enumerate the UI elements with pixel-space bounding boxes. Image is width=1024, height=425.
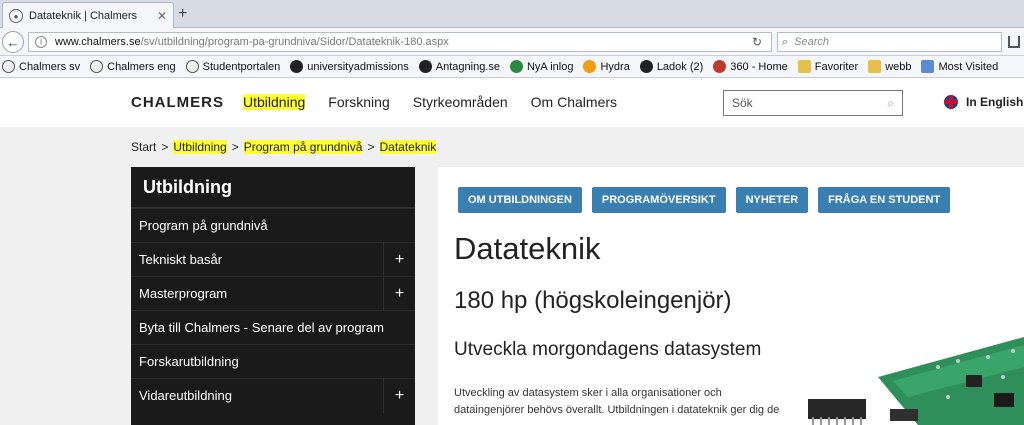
sun-icon — [583, 60, 597, 73]
bookmark-item[interactable]: Favoriter — [797, 60, 858, 73]
sidebar-item-vidareutbildning[interactable]: Vidareutbildning + — [131, 378, 415, 413]
page-icon — [921, 60, 935, 73]
paragraph-line: dataingenjörer behövs överallt. Utbildni… — [454, 404, 780, 416]
folder-icon — [797, 60, 811, 73]
reload-icon[interactable]: ↻ — [752, 35, 762, 49]
tab-om-utbildningen[interactable]: OM UTBILDNINGEN — [458, 187, 582, 213]
bookmark-item[interactable]: 360 - Home — [713, 60, 788, 73]
bookmark-item[interactable]: universityadmissions — [290, 60, 409, 73]
new-tab-icon[interactable]: + — [178, 5, 187, 23]
bookmark-item[interactable]: Studentportalen — [185, 60, 280, 73]
nav-item-forskning[interactable]: Forskning — [328, 94, 389, 110]
url-bar[interactable]: i www.chalmers.se/sv/utbildning/program-… — [28, 32, 772, 52]
tab-fraga-en-student[interactable]: FRÅGA EN STUDENT — [818, 187, 951, 213]
tab-nyheter[interactable]: NYHETER — [735, 187, 809, 213]
language-switch[interactable]: In English — [944, 95, 1023, 109]
chalmers-favicon-icon: ● — [9, 9, 23, 23]
close-tab-icon[interactable]: ✕ — [157, 9, 167, 23]
lead-heading: Utveckla morgondagens datasystem — [454, 339, 762, 360]
bookmark-item[interactable]: NyA inlog — [509, 60, 573, 73]
bookmark-item[interactable]: Antagning.se — [418, 60, 500, 73]
nav-item-utbildning[interactable]: Utbildning — [243, 94, 306, 110]
seal-icon — [185, 60, 199, 73]
bookmark-item[interactable]: Chalmers eng — [90, 60, 176, 73]
library-icon[interactable] — [1008, 36, 1020, 48]
main-content: OM UTBILDNINGEN PROGRAMÖVERSIKT NYHETER … — [438, 167, 1024, 425]
site-header: CHALMERS Utbildning Forskning Styrkeområ… — [0, 78, 1024, 127]
page-subtitle: 180 hp (högskoleingenjör) — [454, 287, 732, 314]
chevron-right-icon: > — [367, 140, 375, 154]
sidebar-item-masterprogram[interactable]: Masterprogram + — [131, 276, 415, 311]
program-tabs: OM UTBILDNINGEN PROGRAMÖVERSIKT NYHETER … — [458, 187, 960, 213]
url-host: www.chalmers.se — [55, 36, 141, 48]
breadcrumb-start[interactable]: Start — [131, 140, 156, 154]
circuit-board-image — [808, 337, 1024, 425]
back-button[interactable]: ← — [2, 31, 24, 53]
breadcrumb-program[interactable]: Program på grundnivå — [243, 140, 363, 154]
site-info-icon[interactable]: i — [35, 36, 47, 48]
expand-plus-icon[interactable]: + — [383, 277, 415, 311]
circle-icon — [639, 60, 653, 73]
site-search-placeholder: Sök — [732, 96, 753, 110]
url-path: /sv/utbildning/program-pa-grundniva/Sido… — [140, 36, 449, 48]
browser-navbar: ← i www.chalmers.se/sv/utbildning/progra… — [0, 28, 1024, 56]
tab-programoversikt[interactable]: PROGRAMÖVERSIKT — [591, 187, 726, 213]
breadcrumb: Start > Utbildning > Program på grundniv… — [131, 140, 437, 154]
tab-title: Datateknik | Chalmers — [29, 10, 138, 22]
bookmark-item[interactable]: Most Visited — [921, 60, 998, 73]
search-icon[interactable]: ⌕ — [887, 96, 894, 111]
browser-tab[interactable]: ● Datateknik | Chalmers ✕ — [2, 2, 174, 29]
browser-search-input[interactable]: ⌕ Search — [777, 32, 1002, 52]
nav-item-om-chalmers[interactable]: Om Chalmers — [531, 94, 617, 110]
nav-item-styrkeomraden[interactable]: Styrkeområden — [413, 94, 508, 110]
bookmark-item[interactable]: Chalmers sv — [2, 60, 80, 73]
circle-icon — [418, 60, 432, 73]
seal-icon — [90, 60, 104, 73]
breadcrumb-datateknik[interactable]: Datateknik — [379, 140, 437, 154]
paragraph-line: Utveckling av datasystem sker i alla org… — [454, 387, 722, 399]
bookmarks-bar: Chalmers sv Chalmers eng Studentportalen… — [0, 56, 1024, 78]
sidebar-item-tekniskt-basar[interactable]: Tekniskt basår + — [131, 242, 415, 277]
bookmark-item[interactable]: Ladok (2) — [639, 60, 703, 73]
search-icon: ⌕ — [782, 35, 789, 48]
sidebar-heading[interactable]: Utbildning — [131, 167, 415, 208]
chevron-right-icon: > — [161, 140, 169, 154]
browser-search-placeholder: Search — [794, 36, 830, 48]
expand-plus-icon[interactable]: + — [383, 379, 415, 413]
page-title: Datateknik — [454, 231, 601, 266]
main-nav: Utbildning Forskning Styrkeområden Om Ch… — [243, 94, 640, 110]
seal-icon — [2, 60, 15, 73]
sidebar-item-forskarutbildning[interactable]: Forskarutbildning — [131, 344, 415, 378]
browser-tabbar: ● Datateknik | Chalmers ✕ + — [0, 0, 1024, 29]
site-search-input[interactable]: Sök ⌕ — [723, 90, 903, 116]
circle-icon — [509, 60, 523, 73]
intro-paragraph: Utveckling av datasystem sker i alla org… — [454, 385, 784, 419]
chalmers-logo[interactable]: CHALMERS — [131, 94, 224, 111]
sidebar-item-program-grundniva[interactable]: Program på grundnivå — [131, 208, 415, 242]
chevron-right-icon: > — [231, 140, 239, 154]
circle-icon — [713, 60, 727, 73]
sidebar-item-byta-till-chalmers[interactable]: Byta till Chalmers - Senare del av progr… — [131, 310, 415, 344]
expand-plus-icon[interactable]: + — [383, 243, 415, 277]
sidebar: Utbildning Program på grundnivå Tekniskt… — [131, 167, 415, 425]
breadcrumb-utbildning[interactable]: Utbildning — [173, 140, 227, 154]
folder-icon — [868, 60, 882, 73]
bookmark-item[interactable]: Hydra — [583, 60, 630, 73]
circle-icon — [290, 60, 304, 73]
language-label: In English — [966, 95, 1024, 109]
uk-flag-icon — [944, 95, 958, 109]
bookmark-item[interactable]: webb — [868, 60, 911, 73]
